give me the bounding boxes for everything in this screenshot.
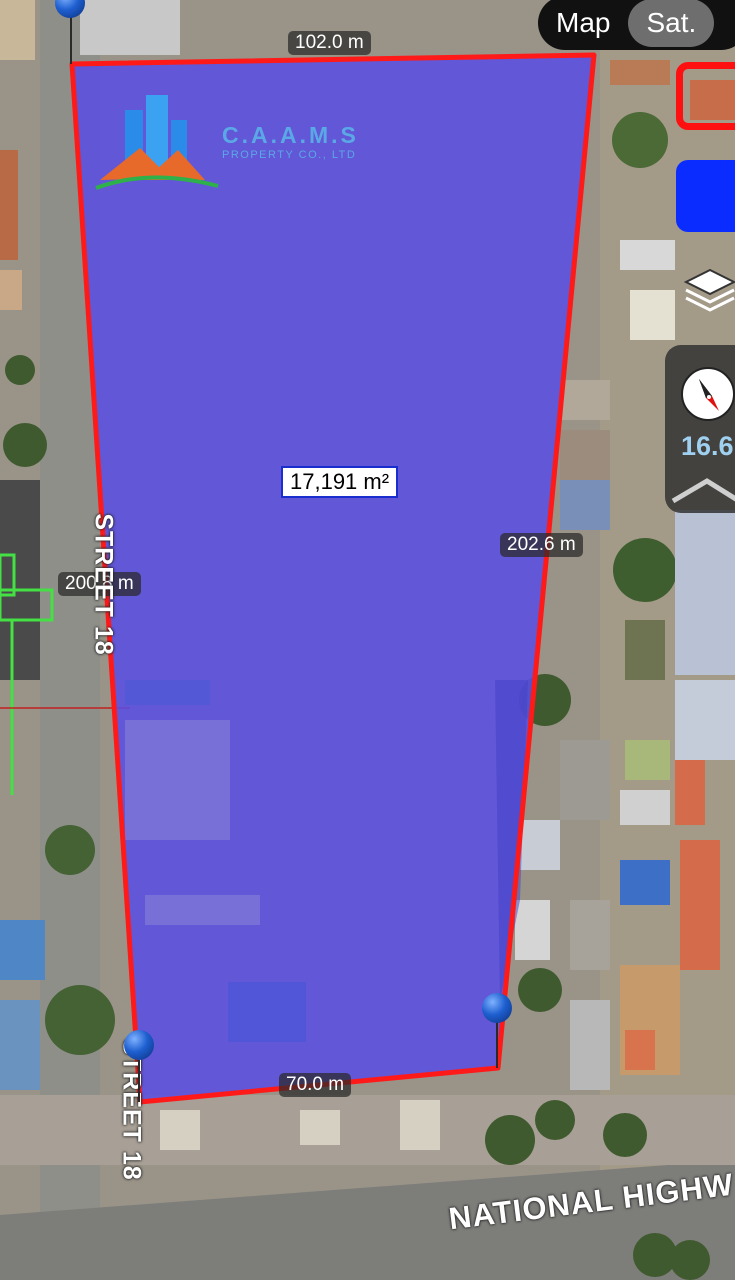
area-label: 17,191 m² xyxy=(281,466,399,498)
map-type-toggle: Map Sat. xyxy=(538,0,735,50)
street-label-upper: STREET 18 xyxy=(89,513,118,656)
compass-icon[interactable] xyxy=(679,365,735,421)
company-subtitle: PROPERTY CO., LTD xyxy=(222,149,357,161)
pin-stem xyxy=(70,12,72,64)
pin-stem xyxy=(496,1020,498,1068)
edge-length-bottom: 70.0 m xyxy=(279,1073,352,1097)
compass-panel: 16.6 xyxy=(665,345,735,513)
layers-icon[interactable] xyxy=(680,266,735,316)
company-name: C.A.A.M.S xyxy=(222,122,359,148)
blue-square-button[interactable] xyxy=(676,160,735,232)
edge-length-top: 102.0 m xyxy=(288,31,371,55)
red-square-button[interactable] xyxy=(676,62,735,130)
edge-length-right: 202.6 m xyxy=(500,533,583,557)
satellite-mode-button[interactable]: Sat. xyxy=(628,0,715,47)
pin-stem xyxy=(138,1060,140,1102)
chevron-up-icon[interactable] xyxy=(669,475,735,505)
map-pin-icon[interactable] xyxy=(124,1030,154,1060)
map-pin-icon[interactable] xyxy=(482,993,512,1023)
map-mode-button[interactable]: Map xyxy=(538,0,628,47)
zoom-level: 16.6 xyxy=(681,431,734,461)
